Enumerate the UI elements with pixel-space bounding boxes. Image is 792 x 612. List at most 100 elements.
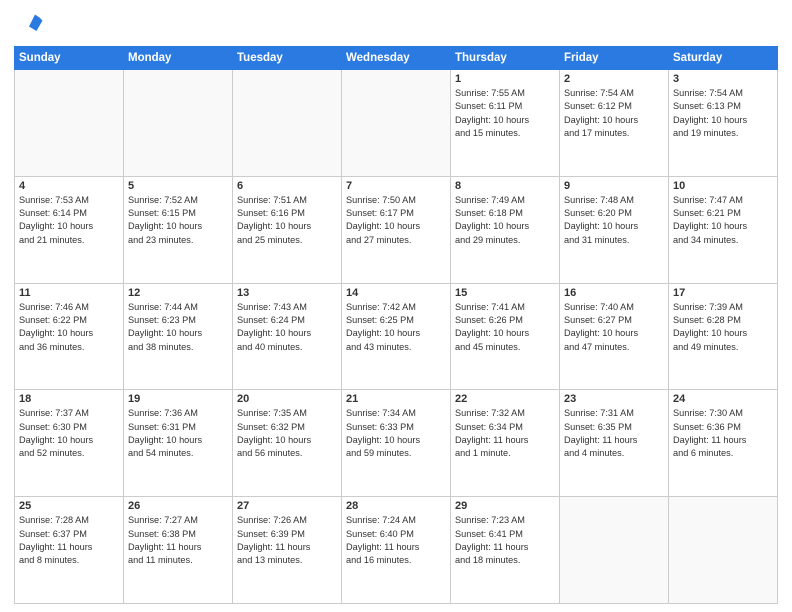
day-number: 12: [128, 287, 228, 299]
day-number: 8: [455, 180, 555, 192]
day-info: Sunrise: 7:43 AM Sunset: 6:24 PM Dayligh…: [237, 301, 337, 354]
day-info: Sunrise: 7:46 AM Sunset: 6:22 PM Dayligh…: [19, 301, 119, 354]
week-row-1: 1 Sunrise: 7:55 AM Sunset: 6:11 PM Daylig…: [15, 70, 778, 177]
day-cell: 26 Sunrise: 7:27 AM Sunset: 6:38 PM Dayli…: [124, 497, 233, 604]
day-cell: 12 Sunrise: 7:44 AM Sunset: 6:23 PM Dayli…: [124, 283, 233, 390]
day-cell: [15, 70, 124, 177]
calendar-table: SundayMondayTuesdayWednesdayThursdayFrid…: [14, 46, 778, 604]
day-cell: 17 Sunrise: 7:39 AM Sunset: 6:28 PM Dayli…: [669, 283, 778, 390]
day-cell: 28 Sunrise: 7:24 AM Sunset: 6:40 PM Dayli…: [342, 497, 451, 604]
day-info: Sunrise: 7:50 AM Sunset: 6:17 PM Dayligh…: [346, 194, 446, 247]
day-cell: 13 Sunrise: 7:43 AM Sunset: 6:24 PM Dayli…: [233, 283, 342, 390]
day-cell: 14 Sunrise: 7:42 AM Sunset: 6:25 PM Dayli…: [342, 283, 451, 390]
day-cell: 16Sunrise: 7:40 AM Sunset: 6:27 PM Dayli…: [560, 283, 669, 390]
day-number: 28: [346, 500, 446, 512]
day-cell: [342, 70, 451, 177]
day-info: Sunrise: 7:55 AM Sunset: 6:11 PM Dayligh…: [455, 87, 555, 140]
day-number: 1: [455, 73, 555, 85]
day-info: Sunrise: 7:49 AM Sunset: 6:18 PM Dayligh…: [455, 194, 555, 247]
day-info: Sunrise: 7:36 AM Sunset: 6:31 PM Dayligh…: [128, 407, 228, 460]
day-cell: [560, 497, 669, 604]
day-info: Sunrise: 7:27 AM Sunset: 6:38 PM Dayligh…: [128, 514, 228, 567]
day-cell: 2 Sunrise: 7:54 AM Sunset: 6:12 PM Daylig…: [560, 70, 669, 177]
day-cell: 22Sunrise: 7:32 AM Sunset: 6:34 PM Dayli…: [451, 390, 560, 497]
day-info: Sunrise: 7:37 AM Sunset: 6:30 PM Dayligh…: [19, 407, 119, 460]
day-number: 16: [564, 287, 664, 299]
week-row-4: 18 Sunrise: 7:37 AM Sunset: 6:30 PM Dayli…: [15, 390, 778, 497]
day-info: Sunrise: 7:39 AM Sunset: 6:28 PM Dayligh…: [673, 301, 773, 354]
day-info: Sunrise: 7:44 AM Sunset: 6:23 PM Dayligh…: [128, 301, 228, 354]
day-number: 18: [19, 393, 119, 405]
day-info: Sunrise: 7:54 AM Sunset: 6:12 PM Dayligh…: [564, 87, 664, 140]
day-number: 9: [564, 180, 664, 192]
day-number: 4: [19, 180, 119, 192]
weekday-header-row: SundayMondayTuesdayWednesdayThursdayFrid…: [15, 47, 778, 70]
day-number: 19: [128, 393, 228, 405]
day-info: Sunrise: 7:34 AM Sunset: 6:33 PM Dayligh…: [346, 407, 446, 460]
day-cell: 1 Sunrise: 7:55 AM Sunset: 6:11 PM Daylig…: [451, 70, 560, 177]
day-cell: 19 Sunrise: 7:36 AM Sunset: 6:31 PM Dayli…: [124, 390, 233, 497]
day-number: 29: [455, 500, 555, 512]
day-number: 15: [455, 287, 555, 299]
day-info: Sunrise: 7:41 AM Sunset: 6:26 PM Dayligh…: [455, 301, 555, 354]
day-info: Sunrise: 7:53 AM Sunset: 6:14 PM Dayligh…: [19, 194, 119, 247]
day-cell: 27Sunrise: 7:26 AM Sunset: 6:39 PM Dayli…: [233, 497, 342, 604]
weekday-header-monday: Monday: [124, 47, 233, 70]
day-cell: 8 Sunrise: 7:49 AM Sunset: 6:18 PM Daylig…: [451, 176, 560, 283]
day-info: Sunrise: 7:42 AM Sunset: 6:25 PM Dayligh…: [346, 301, 446, 354]
day-number: 14: [346, 287, 446, 299]
day-info: Sunrise: 7:31 AM Sunset: 6:35 PM Dayligh…: [564, 407, 664, 460]
weekday-header-thursday: Thursday: [451, 47, 560, 70]
day-info: Sunrise: 7:26 AM Sunset: 6:39 PM Dayligh…: [237, 514, 337, 567]
week-row-2: 4 Sunrise: 7:53 AM Sunset: 6:14 PM Daylig…: [15, 176, 778, 283]
day-info: Sunrise: 7:30 AM Sunset: 6:36 PM Dayligh…: [673, 407, 773, 460]
day-number: 25: [19, 500, 119, 512]
day-number: 10: [673, 180, 773, 192]
day-info: Sunrise: 7:54 AM Sunset: 6:13 PM Dayligh…: [673, 87, 773, 140]
weekday-header-wednesday: Wednesday: [342, 47, 451, 70]
weekday-header-friday: Friday: [560, 47, 669, 70]
day-number: 3: [673, 73, 773, 85]
header: [14, 10, 778, 40]
day-cell: 10 Sunrise: 7:47 AM Sunset: 6:21 PM Dayli…: [669, 176, 778, 283]
day-number: 5: [128, 180, 228, 192]
weekday-header-tuesday: Tuesday: [233, 47, 342, 70]
day-info: Sunrise: 7:51 AM Sunset: 6:16 PM Dayligh…: [237, 194, 337, 247]
day-cell: 11 Sunrise: 7:46 AM Sunset: 6:22 PM Dayli…: [15, 283, 124, 390]
day-number: 17: [673, 287, 773, 299]
day-number: 13: [237, 287, 337, 299]
day-info: Sunrise: 7:52 AM Sunset: 6:15 PM Dayligh…: [128, 194, 228, 247]
weekday-header-sunday: Sunday: [15, 47, 124, 70]
day-cell: 15 Sunrise: 7:41 AM Sunset: 6:26 PM Dayli…: [451, 283, 560, 390]
day-number: 24: [673, 393, 773, 405]
page: SundayMondayTuesdayWednesdayThursdayFrid…: [0, 0, 792, 612]
day-cell: 23 Sunrise: 7:31 AM Sunset: 6:35 PM Dayli…: [560, 390, 669, 497]
day-number: 23: [564, 393, 664, 405]
day-cell: 3 Sunrise: 7:54 AM Sunset: 6:13 PM Daylig…: [669, 70, 778, 177]
day-number: 2: [564, 73, 664, 85]
day-cell: 6 Sunrise: 7:51 AM Sunset: 6:16 PM Daylig…: [233, 176, 342, 283]
day-number: 6: [237, 180, 337, 192]
day-number: 7: [346, 180, 446, 192]
day-cell: 20Sunrise: 7:35 AM Sunset: 6:32 PM Dayli…: [233, 390, 342, 497]
day-cell: 5 Sunrise: 7:52 AM Sunset: 6:15 PM Daylig…: [124, 176, 233, 283]
week-row-5: 25 Sunrise: 7:28 AM Sunset: 6:37 PM Dayli…: [15, 497, 778, 604]
week-row-3: 11 Sunrise: 7:46 AM Sunset: 6:22 PM Dayli…: [15, 283, 778, 390]
day-number: 26: [128, 500, 228, 512]
day-info: Sunrise: 7:28 AM Sunset: 6:37 PM Dayligh…: [19, 514, 119, 567]
day-cell: 18 Sunrise: 7:37 AM Sunset: 6:30 PM Dayli…: [15, 390, 124, 497]
generalblue-logo-icon: [14, 10, 44, 40]
day-number: 20: [237, 393, 337, 405]
day-number: 21: [346, 393, 446, 405]
day-cell: 24 Sunrise: 7:30 AM Sunset: 6:36 PM Dayli…: [669, 390, 778, 497]
logo-area: [14, 10, 48, 40]
day-cell: 29 Sunrise: 7:23 AM Sunset: 6:41 PM Dayli…: [451, 497, 560, 604]
day-number: 22: [455, 393, 555, 405]
day-info: Sunrise: 7:24 AM Sunset: 6:40 PM Dayligh…: [346, 514, 446, 567]
day-info: Sunrise: 7:47 AM Sunset: 6:21 PM Dayligh…: [673, 194, 773, 247]
day-info: Sunrise: 7:48 AM Sunset: 6:20 PM Dayligh…: [564, 194, 664, 247]
weekday-header-saturday: Saturday: [669, 47, 778, 70]
day-number: 11: [19, 287, 119, 299]
day-cell: 25 Sunrise: 7:28 AM Sunset: 6:37 PM Dayli…: [15, 497, 124, 604]
day-info: Sunrise: 7:23 AM Sunset: 6:41 PM Dayligh…: [455, 514, 555, 567]
